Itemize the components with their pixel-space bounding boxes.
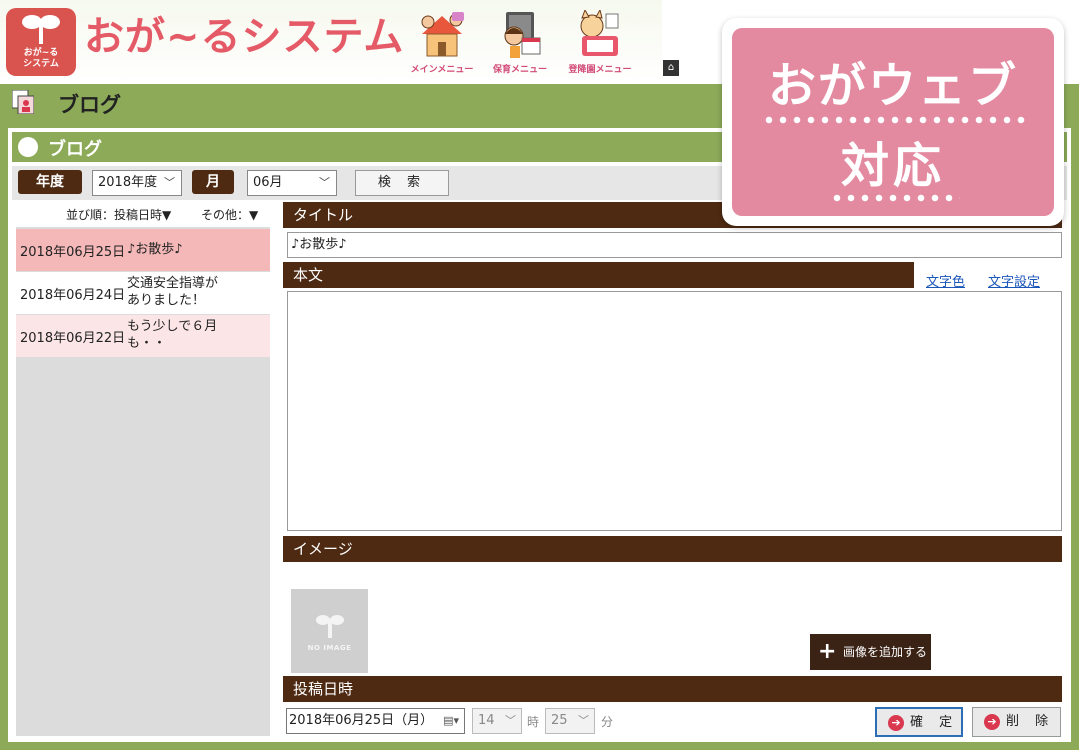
list-item[interactable]: 2018年06月25日 ♪お散歩♪ bbox=[16, 229, 270, 271]
delete-button[interactable]: ➔ 削 除 bbox=[972, 707, 1061, 737]
attendance-menu-label: 登降園メニュー bbox=[568, 65, 632, 75]
arrow-right-icon: ➔ bbox=[984, 714, 1000, 730]
list-item-date: 2018年06月25日 bbox=[20, 245, 126, 260]
main-menu-label: メインメニュー bbox=[410, 65, 474, 75]
childcare-menu-button[interactable]: 保育メニュー bbox=[482, 10, 558, 76]
arrow-right-icon: ➔ bbox=[888, 715, 904, 731]
text-color-link[interactable]: 文字色 bbox=[926, 271, 965, 290]
list-item-title: 交通安全指導が ありました！ bbox=[127, 276, 219, 308]
chevron-down-icon: ﹀ bbox=[578, 714, 589, 727]
plus-icon: + bbox=[818, 639, 837, 664]
chevron-down-icon: ﹀ bbox=[505, 714, 516, 727]
home-icon[interactable]: ⌂ bbox=[663, 60, 679, 76]
hour-select[interactable]: 14 ﹀ bbox=[472, 708, 522, 734]
minute-select[interactable]: 25 ﹀ bbox=[545, 708, 595, 734]
childcare-menu-label: 保育メニュー bbox=[492, 65, 547, 75]
dotted-divider bbox=[762, 116, 1028, 124]
main-menu-button[interactable]: メインメニュー bbox=[404, 10, 480, 76]
circle-icon bbox=[18, 137, 38, 157]
delete-label: 削 除 bbox=[1006, 714, 1055, 729]
no-image-text: NO IMAGE bbox=[307, 644, 352, 652]
list-item-title: ♪お散歩♪ bbox=[127, 242, 183, 257]
month-select-value: 06月 bbox=[253, 175, 283, 190]
confirm-label: 確 定 bbox=[910, 715, 959, 730]
other-filter-button[interactable]: その他：▼ bbox=[201, 206, 258, 223]
logo-text: おが~る システム bbox=[23, 48, 59, 69]
blog-list: 並び順：投稿日時▼ その他：▼ 2018年06月25日 ♪お散歩♪ 2018年0… bbox=[16, 201, 270, 736]
add-image-label: 画像を追加する bbox=[843, 645, 928, 659]
hour-value: 14 bbox=[478, 713, 495, 728]
no-image-placeholder: NO IMAGE bbox=[291, 589, 368, 673]
year-tag: 年度 bbox=[18, 170, 82, 194]
month-select[interactable]: 06月 ﹀ bbox=[247, 170, 337, 196]
childcare-icon bbox=[504, 12, 541, 58]
list-item[interactable]: 2018年06月22日 もう少しで６月 も・・ bbox=[16, 315, 270, 357]
page-title: ブログ bbox=[58, 93, 121, 117]
sprout-icon bbox=[316, 615, 344, 638]
app-title: おが~るシステム bbox=[84, 14, 405, 60]
text-setting-link[interactable]: 文字設定 bbox=[988, 271, 1040, 290]
panel-title: ブログ bbox=[48, 139, 102, 160]
add-image-button[interactable]: + 画像を追加する bbox=[810, 634, 931, 670]
attendance-menu-button[interactable]: 登降園メニュー bbox=[562, 10, 638, 76]
posted-section-header: 投稿日時 bbox=[283, 676, 1062, 702]
blog-icon bbox=[12, 90, 34, 114]
body-textarea[interactable] bbox=[287, 291, 1062, 531]
confirm-button[interactable]: ➔ 確 定 bbox=[875, 707, 963, 737]
body-section-header: 本文 bbox=[283, 262, 914, 288]
sort-order-button[interactable]: 並び順：投稿日時▼ bbox=[66, 206, 171, 223]
attendance-icon bbox=[580, 10, 619, 56]
promo-badge-inner: おがウェブ 対応 bbox=[732, 28, 1054, 216]
hour-unit: 時 bbox=[527, 715, 540, 729]
year-select[interactable]: 2018年度 ﹀ bbox=[92, 170, 182, 196]
promo-badge: おがウェブ 対応 bbox=[722, 18, 1064, 226]
promo-badge-line1: おがウェブ bbox=[767, 58, 1018, 114]
list-item-date: 2018年06月22日 bbox=[20, 331, 126, 346]
list-item-title: もう少しで６月 も・・ bbox=[127, 319, 218, 351]
sort-bar: 並び順：投稿日時▼ その他：▼ bbox=[16, 201, 270, 227]
app-logo[interactable]: おが~る システム bbox=[6, 8, 76, 76]
chevron-down-icon: ﹀ bbox=[319, 176, 330, 189]
dotted-divider bbox=[830, 194, 960, 202]
posted-date-value: 2018年06月25日（月） bbox=[289, 713, 434, 728]
month-tag: 月 bbox=[192, 170, 234, 194]
house-family-icon bbox=[421, 12, 464, 57]
list-item[interactable]: 2018年06月24日 交通安全指導が ありました！ bbox=[16, 272, 270, 314]
sprout-icon bbox=[22, 15, 60, 44]
minute-value: 25 bbox=[551, 713, 568, 728]
image-section-header: イメージ bbox=[283, 536, 1062, 562]
promo-badge-line2: 対応 bbox=[840, 138, 945, 194]
year-select-value: 2018年度 bbox=[98, 175, 158, 190]
minute-unit: 分 bbox=[601, 715, 614, 729]
calendar-icon[interactable]: ▤▾ bbox=[443, 709, 459, 733]
list-item-date: 2018年06月24日 bbox=[20, 288, 126, 303]
chevron-down-icon: ﹀ bbox=[164, 176, 175, 189]
posted-date-input[interactable]: 2018年06月25日（月） ▤▾ bbox=[286, 708, 465, 734]
search-button[interactable]: 検 索 bbox=[355, 170, 449, 196]
title-input[interactable]: ♪お散歩♪ bbox=[287, 232, 1062, 258]
